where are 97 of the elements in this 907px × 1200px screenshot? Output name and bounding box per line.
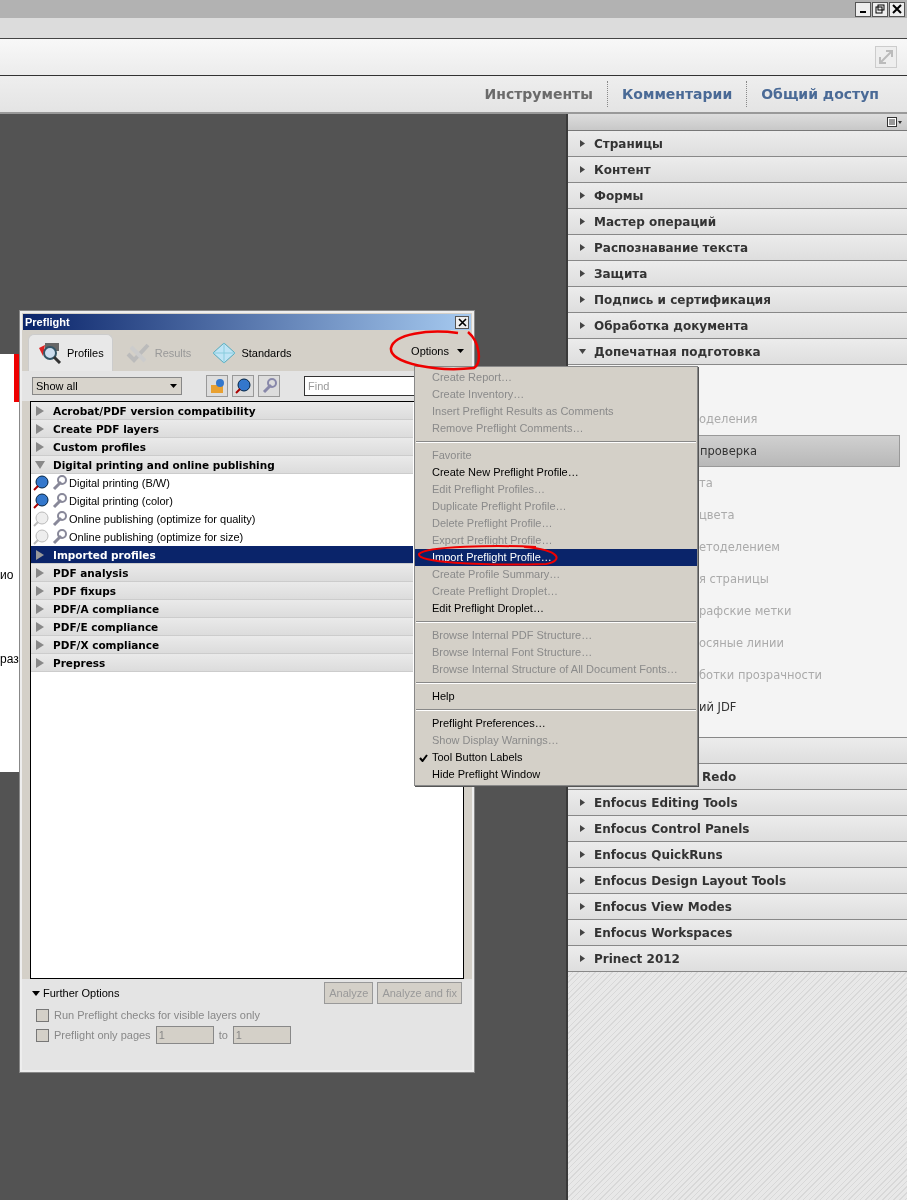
panel-section[interactable]: Защита [568,261,907,287]
triangle-icon [579,244,586,251]
profile-group[interactable]: PDF/A compliance [31,600,413,618]
checkbox[interactable] [36,1028,49,1042]
nav-tab[interactable]: Комментарии [607,86,747,102]
triangle-icon [579,825,586,832]
magnifier-icon[interactable] [232,375,254,397]
triangle-icon [35,585,45,596]
triangle-icon [35,549,45,560]
profile-group[interactable]: PDF/X compliance [31,636,413,654]
panel-section[interactable]: Enfocus Design Layout Tools [568,868,907,894]
profile-group[interactable]: Create PDF layers [31,420,413,438]
triangle-icon [579,140,586,147]
triangle-icon [579,851,586,858]
minimize-icon [860,11,866,13]
options-menu-button[interactable]: Options [411,345,464,357]
dialog-tab[interactable]: Profiles [28,334,113,371]
close-button[interactable] [889,1,905,17]
restore-button[interactable] [872,1,888,17]
close-icon [892,4,902,14]
checkmark-icon [124,342,151,364]
triangle-icon [35,621,45,632]
caret-icon [169,383,178,389]
profile-item[interactable]: Digital printing (B/W) [69,477,170,489]
profile-item[interactable]: Online publishing (optimize for size) [69,531,244,543]
field-label: to [218,1029,228,1041]
checkbox[interactable] [36,1008,49,1022]
triangle-icon [579,218,586,225]
dialog-title: Preflight [25,316,70,328]
panel-section[interactable]: Enfocus Control Panels [568,816,907,842]
restore-icon [875,4,885,14]
profile-group[interactable]: PDF analysis [31,564,413,582]
triangle-icon [579,877,586,884]
close-icon [457,317,467,327]
profile-group[interactable]: Acrobat/PDF version compatibility [31,402,413,420]
panel-section[interactable]: Enfocus Editing Tools [568,790,907,816]
triangle-icon [579,929,586,936]
panel-menu-icon[interactable] [887,117,903,127]
minimize-button[interactable] [855,1,871,17]
panel-section[interactable]: Допечатная подготовка [568,339,907,365]
panel-section[interactable]: Контент [568,157,907,183]
panel-section[interactable]: Подпись и сертификация [568,287,907,313]
triangle-icon [35,567,45,578]
nav-tab[interactable]: Инструменты [470,86,607,102]
nav-tab[interactable]: Общий доступ [747,86,893,102]
checkbox-label: Preflight only pages [54,1029,151,1041]
panel-section[interactable]: Распознавание текста [568,235,907,261]
triangle-icon [35,405,45,416]
triangle-icon [35,639,45,650]
triangle-icon [35,459,45,470]
triangle-icon [579,270,586,277]
caret-icon [457,349,464,353]
checkbox-label: Run Preflight checks for visible layers only [54,1009,261,1021]
menu-item[interactable]: Preflight Preferences… [415,715,697,732]
triangle-icon [579,799,586,806]
profile-group[interactable]: PDF fixups [31,582,413,600]
panel-section[interactable]: Enfocus QuickRuns [568,842,907,868]
panel-section[interactable]: Обработка документа [568,313,907,339]
triangle-icon [579,296,586,303]
menu-item[interactable]: Edit Preflight Droplet… [415,600,697,617]
profile-group[interactable]: Imported profiles [31,546,413,564]
profile-group[interactable]: PDF/E compliance [31,618,413,636]
document-text: ио [0,568,14,582]
triangle-icon [579,322,586,329]
triangle-icon [35,657,45,668]
panel-section[interactable]: Enfocus View Modes [568,894,907,920]
triangle-icon [579,166,586,173]
menu-item[interactable]: Import Preflight Profile… [415,549,697,566]
diamond-icon [211,342,238,364]
panel-section[interactable]: Формы [568,183,907,209]
triangle-icon [579,192,586,199]
caret-icon [32,990,40,996]
panel-section[interactable]: Prinect 2012 [568,946,907,972]
menu-item[interactable]: Create New Preflight Profile… [415,464,697,481]
magnifier-icon [37,342,63,364]
profile-group[interactable]: Digital printing and online publishing [31,456,413,474]
triangle-icon [579,348,586,355]
filter-dropdown[interactable]: Show all [32,377,182,395]
checkmark-icon [419,754,428,762]
profile-group[interactable]: Custom profiles [31,438,413,456]
profile-item[interactable]: Online publishing (optimize for quality) [69,513,256,525]
document-text: раз [0,652,19,666]
further-options-toggle[interactable]: Further Options [32,987,120,999]
triangle-icon [35,441,45,452]
close-button[interactable] [455,315,469,329]
panel-section[interactable]: Enfocus Workspaces [568,920,907,946]
triangle-icon [579,955,586,962]
profile-group[interactable]: Prepress [31,654,413,672]
panel-section[interactable]: Мастер операций [568,209,907,235]
triangle-icon [35,423,45,434]
panel-section[interactable]: Страницы [568,131,907,157]
triangle-icon [35,603,45,614]
menu-item[interactable]: Help [415,688,697,705]
triangle-icon [579,903,586,910]
menu-item[interactable]: Tool Button Labels [415,749,697,766]
profile-item[interactable]: Digital printing (color) [69,495,173,507]
dialog-tab[interactable]: Standards [203,335,300,371]
